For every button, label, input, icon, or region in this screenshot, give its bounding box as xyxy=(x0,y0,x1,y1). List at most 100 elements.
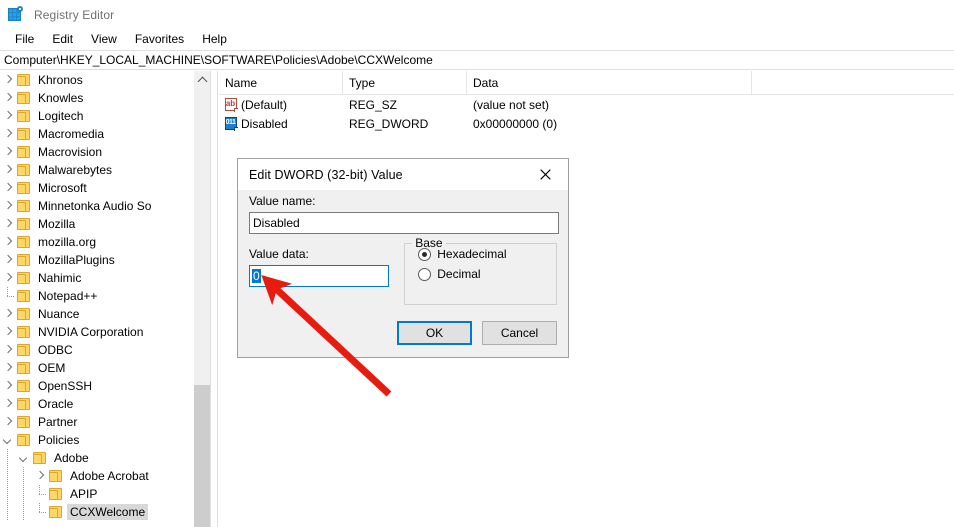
chevron-right-icon[interactable] xyxy=(0,324,16,340)
chevron-down-icon[interactable] xyxy=(0,432,16,448)
chevron-right-icon[interactable] xyxy=(0,270,16,286)
list-rows: ab (Default) REG_SZ (value not set) 011 Disab… xyxy=(219,95,954,133)
tree-item-logitech[interactable]: Logitech xyxy=(0,107,210,125)
column-header-type[interactable]: Type xyxy=(343,71,467,95)
value-name-field[interactable]: Disabled xyxy=(249,212,559,234)
chevron-right-icon[interactable] xyxy=(0,306,16,322)
tree-item-label: Knowles xyxy=(38,91,84,105)
tree-item-label: Notepad++ xyxy=(38,289,98,303)
chevron-right-icon[interactable] xyxy=(0,72,16,88)
tree-item-label: Minnetonka Audio So xyxy=(38,199,152,213)
table-row[interactable]: ab (Default) REG_SZ (value not set) xyxy=(219,95,954,114)
tree-item-label: Partner xyxy=(38,415,78,429)
tree-vertical-scrollbar[interactable] xyxy=(193,71,210,527)
value-name-label: Value name: xyxy=(249,194,316,208)
tree-item-macromedia[interactable]: Macromedia xyxy=(0,125,210,143)
tree-item-apip[interactable]: APIP xyxy=(0,485,210,503)
tree-item-adobe[interactable]: Adobe xyxy=(0,449,210,467)
tree-item-label: OEM xyxy=(38,361,66,375)
tree-item-khronos[interactable]: Khronos xyxy=(0,71,210,89)
chevron-right-icon[interactable] xyxy=(0,108,16,124)
radio-button-icon[interactable] xyxy=(418,267,432,281)
tree-guide-line xyxy=(16,467,32,485)
folder-icon xyxy=(16,325,32,339)
tree-item-mozilla-org[interactable]: mozilla.org xyxy=(0,233,210,251)
folder-icon xyxy=(16,181,32,195)
menu-edit[interactable]: Edit xyxy=(43,30,82,49)
tree-item-label: Macromedia xyxy=(38,127,105,141)
tree-item-nahimic[interactable]: Nahimic xyxy=(0,269,210,287)
chevron-right-icon[interactable] xyxy=(0,198,16,214)
cancel-button[interactable]: Cancel xyxy=(482,321,557,345)
menu-favorites[interactable]: Favorites xyxy=(126,30,193,49)
column-header-data[interactable]: Data xyxy=(467,71,752,95)
chevron-right-icon[interactable] xyxy=(0,342,16,358)
tree-item-nvidia-corporation[interactable]: NVIDIA Corporation xyxy=(0,323,210,341)
tree-item-knowles[interactable]: Knowles xyxy=(0,89,210,107)
tree-guide-line xyxy=(0,485,16,503)
tree-item-label: Microsoft xyxy=(38,181,87,195)
tree-item-microsoft[interactable]: Microsoft xyxy=(0,179,210,197)
chevron-right-icon[interactable] xyxy=(0,396,16,412)
pane-splitter[interactable] xyxy=(210,71,218,527)
value-data-text[interactable]: 0 xyxy=(252,269,261,283)
tree-item-mozilla[interactable]: Mozilla xyxy=(0,215,210,233)
menu-view[interactable]: View xyxy=(82,30,126,49)
tree-item-label: mozilla.org xyxy=(38,235,97,249)
chevron-right-icon[interactable] xyxy=(0,234,16,250)
table-row[interactable]: 011 Disabled REG_DWORD 0x00000000 (0) xyxy=(219,114,954,133)
cell-data: 0x00000000 (0) xyxy=(473,116,558,131)
menu-help[interactable]: Help xyxy=(193,30,236,49)
folder-icon xyxy=(16,415,32,429)
tree-guide-line xyxy=(0,467,16,485)
cell-name: ab (Default) xyxy=(219,97,343,112)
radio-button-icon[interactable] xyxy=(418,247,432,261)
scrollbar-thumb[interactable] xyxy=(194,385,210,527)
tree-guide-line xyxy=(0,449,16,467)
tree-item-openssh[interactable]: OpenSSH xyxy=(0,377,210,395)
chevron-right-icon[interactable] xyxy=(0,126,16,142)
chevron-right-icon[interactable] xyxy=(0,144,16,160)
tree-item-policies[interactable]: Policies xyxy=(0,431,210,449)
string-value-icon: ab xyxy=(224,97,238,112)
tree-item-notepad[interactable]: Notepad++ xyxy=(0,287,210,305)
folder-icon xyxy=(16,289,32,303)
tree-item-adobe-acrobat[interactable]: Adobe Acrobat xyxy=(0,467,210,485)
chevron-right-icon[interactable] xyxy=(0,162,16,178)
address-bar[interactable]: Computer\HKEY_LOCAL_MACHINE\SOFTWARE\Pol… xyxy=(0,50,954,70)
radio-decimal[interactable]: Decimal xyxy=(418,264,556,284)
ok-button[interactable]: OK xyxy=(397,321,472,345)
cell-name: 011 Disabled xyxy=(219,116,343,131)
chevron-right-icon[interactable] xyxy=(0,216,16,232)
tree-item-mozillaplugins[interactable]: MozillaPlugins xyxy=(0,251,210,269)
tree-item-macrovision[interactable]: Macrovision xyxy=(0,143,210,161)
chevron-right-icon[interactable] xyxy=(0,90,16,106)
tree-item-partner[interactable]: Partner xyxy=(0,413,210,431)
tree-item-oem[interactable]: OEM xyxy=(0,359,210,377)
tree-item-label: Oracle xyxy=(38,397,74,411)
chevron-right-icon[interactable] xyxy=(0,252,16,268)
tree-item-oracle[interactable]: Oracle xyxy=(0,395,210,413)
chevron-right-icon[interactable] xyxy=(0,360,16,376)
tree-item-odbc[interactable]: ODBC xyxy=(0,341,210,359)
chevron-right-icon[interactable] xyxy=(32,468,48,484)
tree-item-nuance[interactable]: Nuance xyxy=(0,305,210,323)
tree-item-label: Policies xyxy=(38,433,80,447)
tree-item-ccxwelcome[interactable]: CCXWelcome xyxy=(0,503,210,521)
tree-item-malwarebytes[interactable]: Malwarebytes xyxy=(0,161,210,179)
tree-item-label: Malwarebytes xyxy=(38,163,113,177)
tree-item-minnetonka-audio-so[interactable]: Minnetonka Audio So xyxy=(0,197,210,215)
scroll-up-arrow-icon[interactable] xyxy=(194,71,210,88)
radio-decimal-label: Decimal xyxy=(437,267,481,281)
chevron-right-icon[interactable] xyxy=(0,378,16,394)
close-icon[interactable] xyxy=(523,159,568,189)
chevron-right-icon[interactable] xyxy=(0,414,16,430)
value-data-field[interactable]: 0 xyxy=(249,265,389,287)
folder-icon xyxy=(16,91,32,105)
column-header-name[interactable]: Name xyxy=(219,71,343,95)
menu-file[interactable]: File xyxy=(6,30,43,49)
chevron-right-icon[interactable] xyxy=(0,180,16,196)
address-path[interactable]: Computer\HKEY_LOCAL_MACHINE\SOFTWARE\Pol… xyxy=(0,53,433,67)
folder-icon xyxy=(16,127,32,141)
chevron-down-icon[interactable] xyxy=(16,450,32,466)
